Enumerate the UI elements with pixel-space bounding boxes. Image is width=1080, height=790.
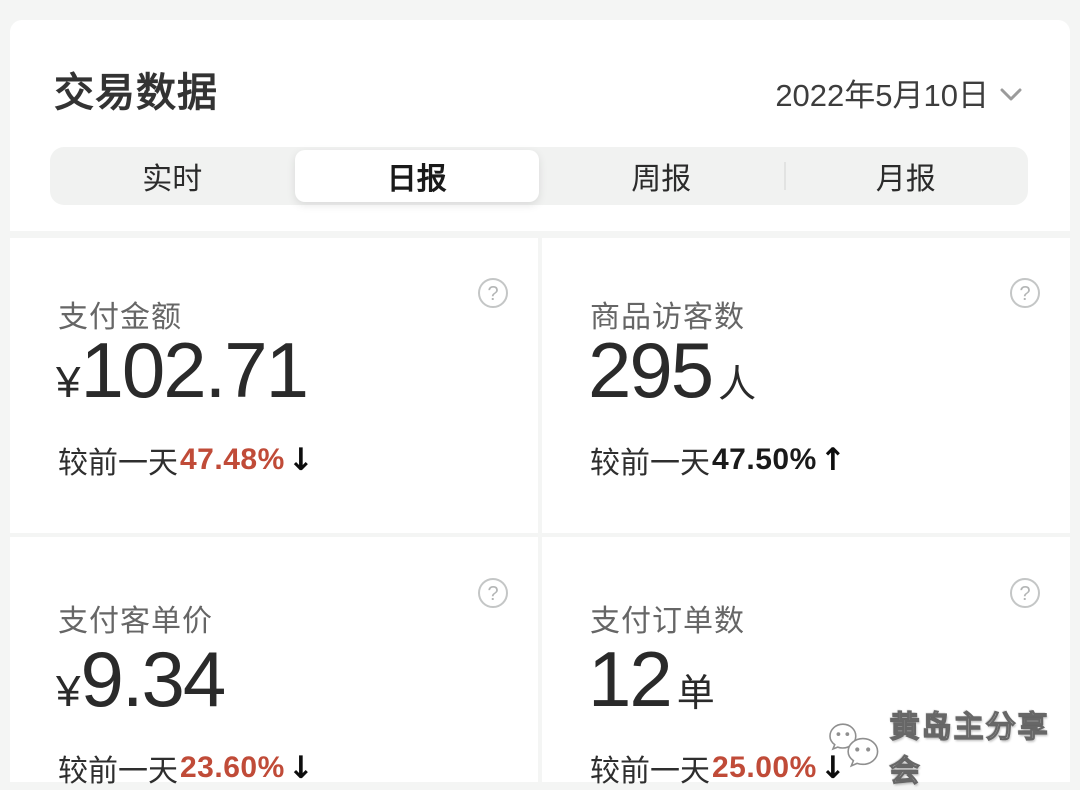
metric-number: 102.71 [80,326,309,414]
tab-daily[interactable]: 日报 [294,150,539,202]
compare-prefix: 较前一天 [590,447,710,480]
change-percent: 25.00% [712,751,817,784]
metric-number: 12 [588,635,673,723]
metric-unit: 人 [718,364,757,406]
report-period-tabs: 实时 日报 周报 月报 [50,147,1028,205]
metric-card-payment-orders[interactable]: 支付订单数 ? 12 单 较前一天 25.00% ↓ [542,537,1070,788]
metric-card-payment-amount[interactable]: 支付金额 ? ¥ 102.71 较前一天 47.48% ↓ [10,238,538,533]
header-card: 交易数据 2022年5月10日 实时 日报 周报 月报 [10,20,1070,231]
help-icon[interactable]: ? [1010,578,1040,608]
tab-weekly[interactable]: 周报 [539,147,784,205]
change-percent: 23.60% [180,751,285,784]
help-icon[interactable]: ? [478,278,508,308]
metric-change: 较前一天 25.00% ↓ [590,746,846,790]
arrow-down-icon: ↓ [287,750,314,786]
compare-prefix: 较前一天 [590,755,710,788]
metric-value: 295 人 [588,326,756,416]
compare-prefix: 较前一天 [58,755,178,788]
arrow-down-icon: ↓ [287,442,314,478]
metric-unit: 单 [676,673,715,715]
metric-card-product-visitors[interactable]: 商品访客数 ? 295 人 较前一天 47.50% ↑ [542,238,1070,533]
tab-realtime[interactable]: 实时 [50,147,295,205]
help-icon[interactable]: ? [478,578,508,608]
metric-number: 295 [588,326,714,414]
metric-change: 较前一天 47.48% ↓ [58,438,314,482]
arrow-down-icon: ↓ [819,750,846,786]
date-picker[interactable]: 2022年5月10日 [775,70,1022,115]
chevron-down-icon [1000,88,1022,101]
compare-prefix: 较前一天 [58,447,178,480]
metric-card-avg-payment-per-customer[interactable]: 支付客单价 ? ¥ 9.34 较前一天 23.60% ↓ [10,537,538,788]
metric-change: 较前一天 23.60% ↓ [58,746,314,790]
date-picker-value: 2022年5月10日 [775,78,989,113]
arrow-up-icon: ↑ [819,442,846,478]
metric-value: ¥ 9.34 [56,635,230,725]
metric-value: 12 单 [588,635,715,725]
metric-value: ¥ 102.71 [56,326,313,416]
change-percent: 47.48% [180,443,285,476]
metric-change: 较前一天 47.50% ↑ [590,438,846,482]
currency-symbol: ¥ [56,667,81,716]
metric-label: 支付订单数 [590,605,745,638]
metric-number: 9.34 [80,635,226,723]
currency-symbol: ¥ [56,358,81,407]
tab-monthly[interactable]: 月报 [784,147,1029,205]
metric-label: 支付客单价 [58,605,213,638]
page-title: 交易数据 [54,71,218,115]
help-icon[interactable]: ? [1010,278,1040,308]
change-percent: 47.50% [712,443,817,476]
